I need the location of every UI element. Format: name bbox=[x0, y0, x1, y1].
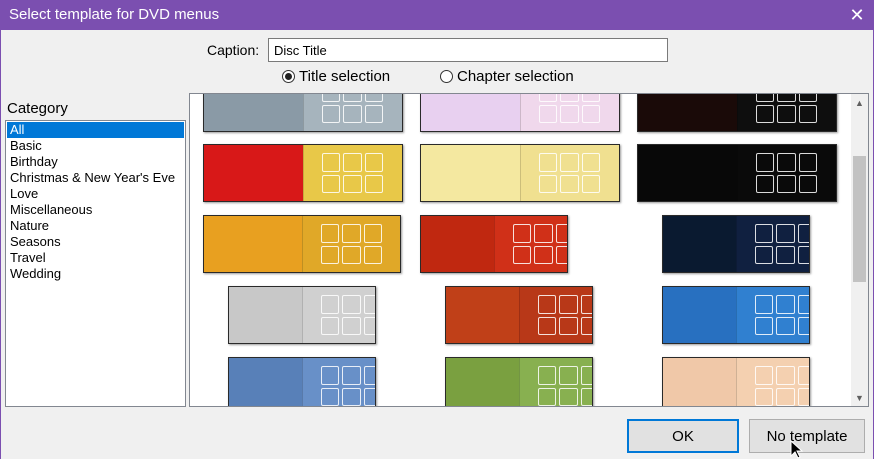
category-item-christmas[interactable]: Christmas & New Year's Eve bbox=[6, 170, 185, 186]
chapter-boxes bbox=[321, 153, 384, 193]
scroll-up-icon[interactable]: ▲ bbox=[851, 94, 868, 111]
chapter-boxes bbox=[755, 94, 818, 123]
template-thumbnail-red-sunset-clouds[interactable] bbox=[445, 286, 593, 344]
category-item-miscellaneous[interactable]: Miscellaneous bbox=[6, 202, 185, 218]
chapter-boxes bbox=[538, 153, 601, 193]
thumbnail-chapter-menu bbox=[302, 145, 402, 201]
template-thumbnail-red-heart[interactable] bbox=[420, 215, 568, 273]
template-thumbnail-dark-blue-swirl[interactable] bbox=[662, 215, 810, 273]
window-title: Select template for DVD menus bbox=[9, 6, 220, 23]
chapter-boxes bbox=[754, 295, 809, 335]
category-label: Category bbox=[7, 100, 68, 117]
mouse-cursor-icon bbox=[790, 440, 804, 459]
thumbnail-title-menu bbox=[421, 145, 520, 201]
template-thumbnail-blue-winter-forest[interactable] bbox=[662, 286, 810, 344]
scroll-down-icon[interactable]: ▼ bbox=[851, 389, 868, 406]
chapter-boxes bbox=[321, 94, 384, 123]
radio-checked-icon bbox=[282, 70, 295, 83]
thumbnail-title-menu bbox=[446, 358, 519, 406]
category-item-love[interactable]: Love bbox=[6, 186, 185, 202]
chapter-boxes bbox=[754, 224, 809, 264]
category-list[interactable]: All Basic Birthday Christmas & New Year'… bbox=[5, 120, 186, 407]
thumbnail-title-menu bbox=[663, 216, 736, 272]
scrollbar-thumb[interactable] bbox=[853, 156, 866, 282]
thumbnail-title-menu bbox=[663, 358, 736, 406]
thumbnail-title-menu bbox=[663, 287, 736, 343]
thumbnail-title-menu bbox=[229, 358, 302, 406]
chapter-boxes bbox=[320, 224, 383, 264]
thumbnail-title-menu bbox=[421, 216, 494, 272]
chapter-boxes bbox=[320, 295, 375, 335]
radio-unchecked-icon bbox=[440, 70, 453, 83]
template-thumbnail-penguin[interactable] bbox=[228, 286, 376, 344]
thumbnail-chapter-menu bbox=[302, 94, 402, 131]
thumbnail-title-menu bbox=[638, 94, 737, 131]
template-thumbnail-snowy-forest[interactable] bbox=[228, 357, 376, 406]
thumbnail-title-menu bbox=[446, 287, 519, 343]
chapter-selection-radio[interactable]: Chapter selection bbox=[440, 68, 574, 85]
caption-label: Caption: bbox=[207, 42, 260, 58]
vertical-scrollbar[interactable]: ▲ ▼ bbox=[851, 94, 868, 406]
title-selection-radio[interactable]: Title selection bbox=[282, 68, 390, 85]
no-template-button[interactable]: No template bbox=[749, 419, 865, 453]
category-item-travel[interactable]: Travel bbox=[6, 250, 185, 266]
thumbnail-title-menu bbox=[204, 216, 302, 272]
template-thumbnail-birthday-cake[interactable] bbox=[637, 94, 837, 132]
category-item-birthday[interactable]: Birthday bbox=[6, 154, 185, 170]
chapter-boxes bbox=[537, 295, 592, 335]
thumbnail-title-menu bbox=[204, 145, 303, 201]
thumbnail-chapter-menu bbox=[736, 145, 836, 201]
template-thumbnail-grey-gradient[interactable] bbox=[203, 94, 403, 132]
template-thumbnail-fireworks[interactable] bbox=[637, 144, 837, 202]
thumbnail-title-menu bbox=[421, 94, 520, 131]
chapter-boxes bbox=[754, 366, 809, 406]
template-thumbnail-spring-park[interactable] bbox=[445, 357, 593, 406]
chapter-selection-label: Chapter selection bbox=[457, 68, 574, 85]
thumbnail-chapter-menu bbox=[736, 94, 836, 131]
chapter-boxes bbox=[320, 366, 375, 406]
thumbnail-chapter-menu bbox=[735, 287, 809, 343]
category-item-seasons[interactable]: Seasons bbox=[6, 234, 185, 250]
ok-button[interactable]: OK bbox=[627, 419, 739, 453]
thumbnail-chapter-menu bbox=[301, 287, 375, 343]
template-thumbnail-christmas-tree-red[interactable] bbox=[203, 144, 403, 202]
close-icon[interactable]: ✕ bbox=[840, 0, 874, 30]
thumbnail-chapter-menu bbox=[519, 94, 619, 131]
title-selection-label: Title selection bbox=[299, 68, 391, 85]
category-item-nature[interactable]: Nature bbox=[6, 218, 185, 234]
template-thumbnail-golden-heart[interactable] bbox=[203, 215, 401, 273]
thumbnail-title-menu bbox=[638, 145, 737, 201]
title-bar: Select template for DVD menus ✕ bbox=[0, 0, 874, 30]
thumbnail-chapter-menu bbox=[493, 216, 567, 272]
thumbnail-chapter-menu bbox=[735, 216, 809, 272]
thumbnail-chapter-menu bbox=[301, 358, 375, 406]
chapter-boxes bbox=[538, 94, 601, 123]
thumbnail-chapter-menu bbox=[518, 358, 592, 406]
thumbnail-chapter-menu bbox=[518, 287, 592, 343]
thumbnail-title-menu bbox=[204, 94, 303, 131]
template-thumbnail-christmas-tree-yellow[interactable] bbox=[420, 144, 620, 202]
category-item-all[interactable]: All bbox=[7, 122, 184, 138]
template-gallery[interactable]: ▲ ▼ bbox=[189, 93, 869, 407]
thumbnail-chapter-menu bbox=[735, 358, 809, 406]
thumbnail-chapter-menu bbox=[301, 216, 400, 272]
caption-input[interactable] bbox=[268, 38, 668, 62]
thumbnail-title-menu bbox=[229, 287, 302, 343]
chapter-boxes bbox=[512, 224, 567, 264]
category-item-wedding[interactable]: Wedding bbox=[6, 266, 185, 282]
thumbnail-chapter-menu bbox=[519, 145, 619, 201]
category-item-basic[interactable]: Basic bbox=[6, 138, 185, 154]
chapter-boxes bbox=[755, 153, 818, 193]
template-thumbnail-peach-pattern[interactable] bbox=[662, 357, 810, 406]
template-thumbnail-pink-party[interactable] bbox=[420, 94, 620, 132]
chapter-boxes bbox=[537, 366, 592, 406]
